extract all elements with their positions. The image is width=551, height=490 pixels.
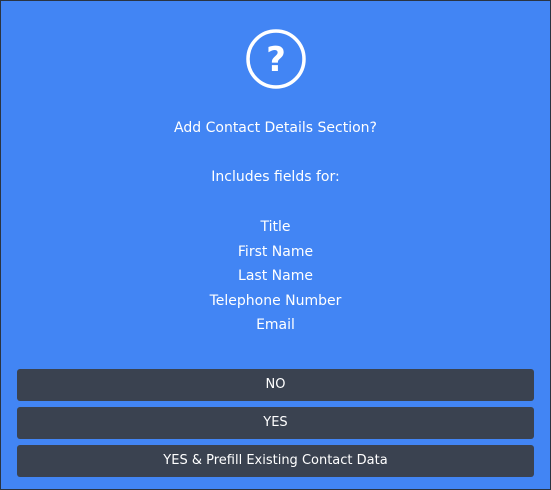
field-list-item: Email: [256, 317, 295, 333]
field-list-item: Title: [260, 219, 291, 235]
yes-button[interactable]: YES: [17, 407, 534, 439]
yes-prefill-button[interactable]: YES & Prefill Existing Contact Data: [17, 445, 534, 477]
field-list-item: Telephone Number: [209, 292, 342, 309]
dialog-subtitle: Includes fields for:: [211, 169, 340, 185]
confirm-dialog: ? Add Contact Details Section? Includes …: [0, 0, 551, 490]
question-circle-icon: ?: [245, 28, 307, 90]
field-list-item: Last Name: [238, 268, 313, 284]
dialog-title: Add Contact Details Section?: [174, 120, 377, 136]
question-mark-glyph: ?: [266, 40, 286, 80]
field-list: Title First Name Last Name Telephone Num…: [1, 215, 550, 338]
field-list-item: First Name: [237, 243, 314, 260]
no-button[interactable]: NO: [17, 369, 534, 401]
